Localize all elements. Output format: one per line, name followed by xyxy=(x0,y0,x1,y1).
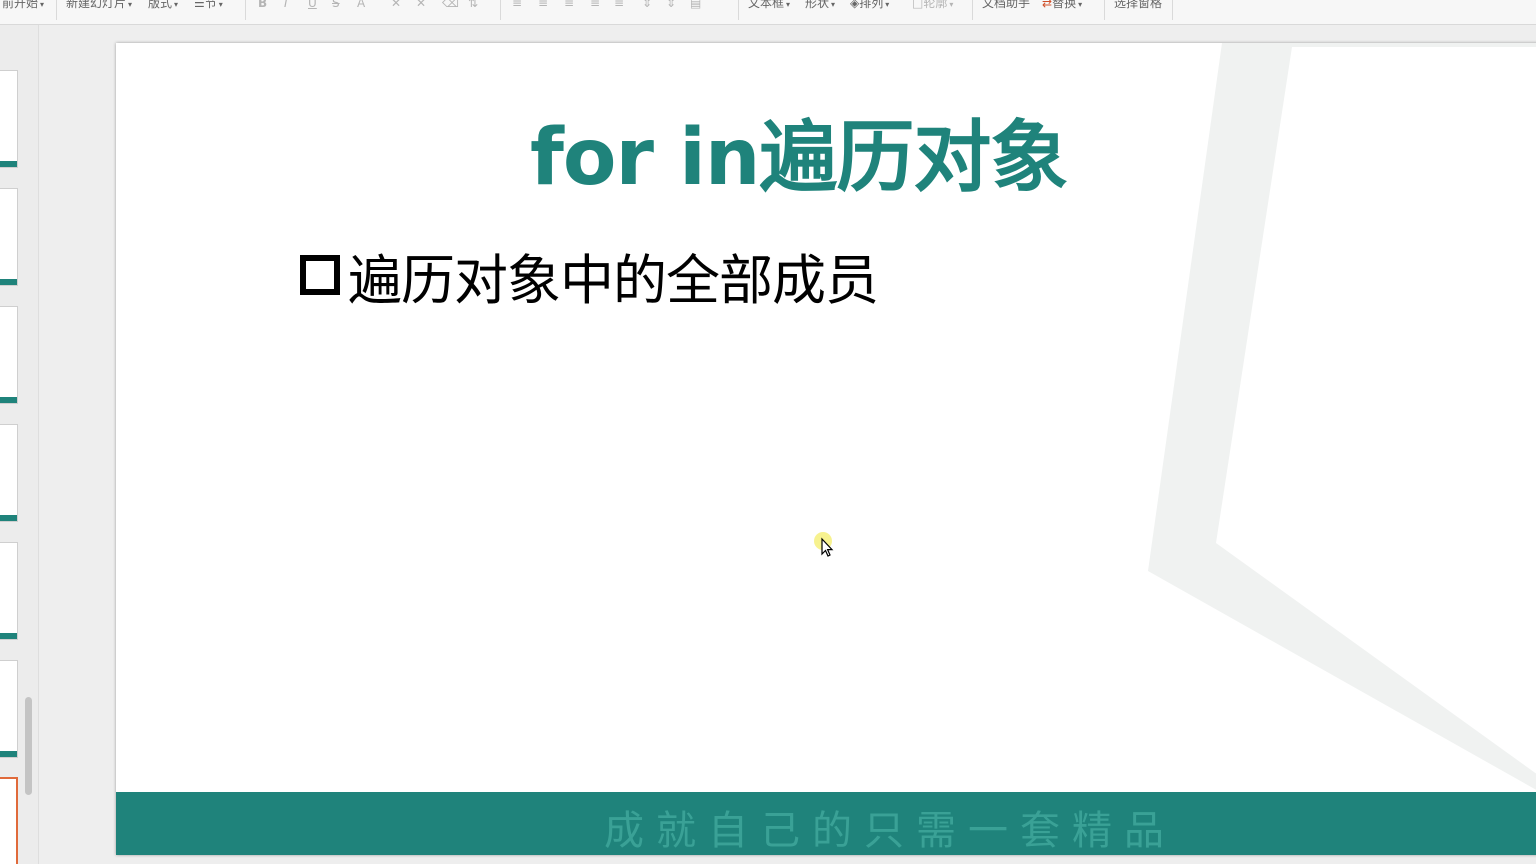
outline-button[interactable]: □轮廓 ▾ xyxy=(910,0,955,12)
justify-icon[interactable]: ≡ xyxy=(588,0,602,12)
slide-thumbnail[interactable] xyxy=(0,424,18,522)
thumbnail-footer-band xyxy=(0,751,17,757)
toolbar-separator xyxy=(500,0,501,20)
bullet-item[interactable]: 遍历对象中的全部成员 xyxy=(300,243,879,312)
chevron-down-icon: ▾ xyxy=(949,0,954,9)
chevron-down-icon: ▾ xyxy=(218,0,223,9)
thumbnail-footer-band xyxy=(0,279,17,285)
hollow-square-bullet-icon xyxy=(300,255,340,295)
slide-thumbnail[interactable] xyxy=(0,188,18,286)
arrange-button[interactable]: ◈排列 ▾ xyxy=(848,0,891,12)
slide-thumbnail-panel xyxy=(0,25,39,864)
thumbnail-footer-band xyxy=(0,515,17,521)
section-button[interactable]: ☰节 ▾ xyxy=(192,0,225,12)
replace-icon: ⇄ xyxy=(1042,0,1053,10)
subscript-icon[interactable]: ✕ xyxy=(414,0,428,12)
slide-thumbnail[interactable] xyxy=(0,542,18,640)
text-direction-icon[interactable]: ⇅ xyxy=(466,0,480,12)
slide-thumbnail[interactable] xyxy=(0,306,18,404)
paragraph-spacing-icon[interactable]: ⇕ xyxy=(664,0,678,12)
strikethrough-button[interactable]: S xyxy=(330,0,342,12)
chevron-down-icon: ▾ xyxy=(1078,0,1083,9)
chevron-down-icon: ▾ xyxy=(40,0,45,9)
slide-thumbnail[interactable] xyxy=(0,70,18,168)
toolbar-separator xyxy=(245,0,246,20)
bullet-text: 遍历对象中的全部成员 xyxy=(348,248,879,312)
line-spacing-icon[interactable]: ⇕ xyxy=(640,0,654,12)
slide-thumbnail-active[interactable] xyxy=(0,777,18,864)
layers-icon: ◈ xyxy=(850,0,860,10)
selection-pane-button[interactable]: 选择窗格 xyxy=(1112,0,1164,12)
toolbar-separator xyxy=(972,0,973,20)
italic-button[interactable]: I xyxy=(282,0,290,12)
replace-button[interactable]: ⇄替换 ▾ xyxy=(1040,0,1084,12)
layout-button[interactable]: 版式 ▾ xyxy=(146,0,180,12)
superscript-icon[interactable]: ✕ xyxy=(389,0,403,12)
toolbar-separator xyxy=(1172,0,1173,20)
thumbnail-footer-band xyxy=(0,633,17,639)
section-icon: ☰ xyxy=(194,0,205,10)
slide-canvas[interactable]: for in遍历对象 遍历对象中的全部成员 成就自己的只需一套精品 xyxy=(116,43,1536,855)
align-left-icon[interactable]: ≡ xyxy=(510,0,524,12)
footer-slogan: 成就自己的只需一套精品 xyxy=(604,808,1176,854)
columns-icon[interactable]: ▤ xyxy=(688,0,703,12)
mouse-pointer-icon xyxy=(814,532,834,557)
slide-thumbnail[interactable] xyxy=(0,660,18,758)
distribute-icon[interactable]: ≡ xyxy=(612,0,626,12)
slide-title[interactable]: for in遍历对象 xyxy=(530,95,1068,207)
slide-footer-band: 成就自己的只需一套精品 xyxy=(116,792,1536,855)
thumbnail-footer-band xyxy=(0,397,17,403)
chevron-down-icon: ▾ xyxy=(885,0,890,9)
align-right-icon[interactable]: ≡ xyxy=(562,0,576,12)
new-slide-button[interactable]: 新建幻灯片 ▾ xyxy=(64,0,134,12)
outline-icon: □ xyxy=(912,0,924,10)
doc-assistant-button[interactable]: 文档助手 xyxy=(980,0,1032,12)
toolbar-separator xyxy=(738,0,739,20)
toolbar-separator xyxy=(56,0,57,20)
thumbnail-footer-band xyxy=(0,161,17,167)
bold-button[interactable]: B xyxy=(256,0,269,12)
chevron-down-icon: ▾ xyxy=(128,0,133,9)
underline-button[interactable]: U xyxy=(306,0,319,12)
toolbar-start-button[interactable]: 前开始 ▾ xyxy=(0,0,46,12)
font-color-button[interactable]: A xyxy=(355,0,367,12)
toolbar-separator xyxy=(1104,0,1105,20)
chevron-down-icon: ▾ xyxy=(174,0,179,9)
clear-format-icon[interactable]: ⌫ xyxy=(440,0,461,12)
textbox-button[interactable]: 文本框 ▾ xyxy=(746,0,792,12)
ribbon-toolbar: 前开始 ▾ 新建幻灯片 ▾ 版式 ▾ ☰节 ▾ B I U S A ✕ ✕ ⌫ ⇅ ≡ … xyxy=(0,0,1536,25)
shapes-button[interactable]: 形状 ▾ xyxy=(803,0,837,12)
chevron-down-icon: ▾ xyxy=(786,0,791,9)
thumbnail-scrollbar[interactable] xyxy=(25,697,32,795)
align-center-icon[interactable]: ≡ xyxy=(536,0,550,12)
chevron-down-icon: ▾ xyxy=(831,0,836,9)
